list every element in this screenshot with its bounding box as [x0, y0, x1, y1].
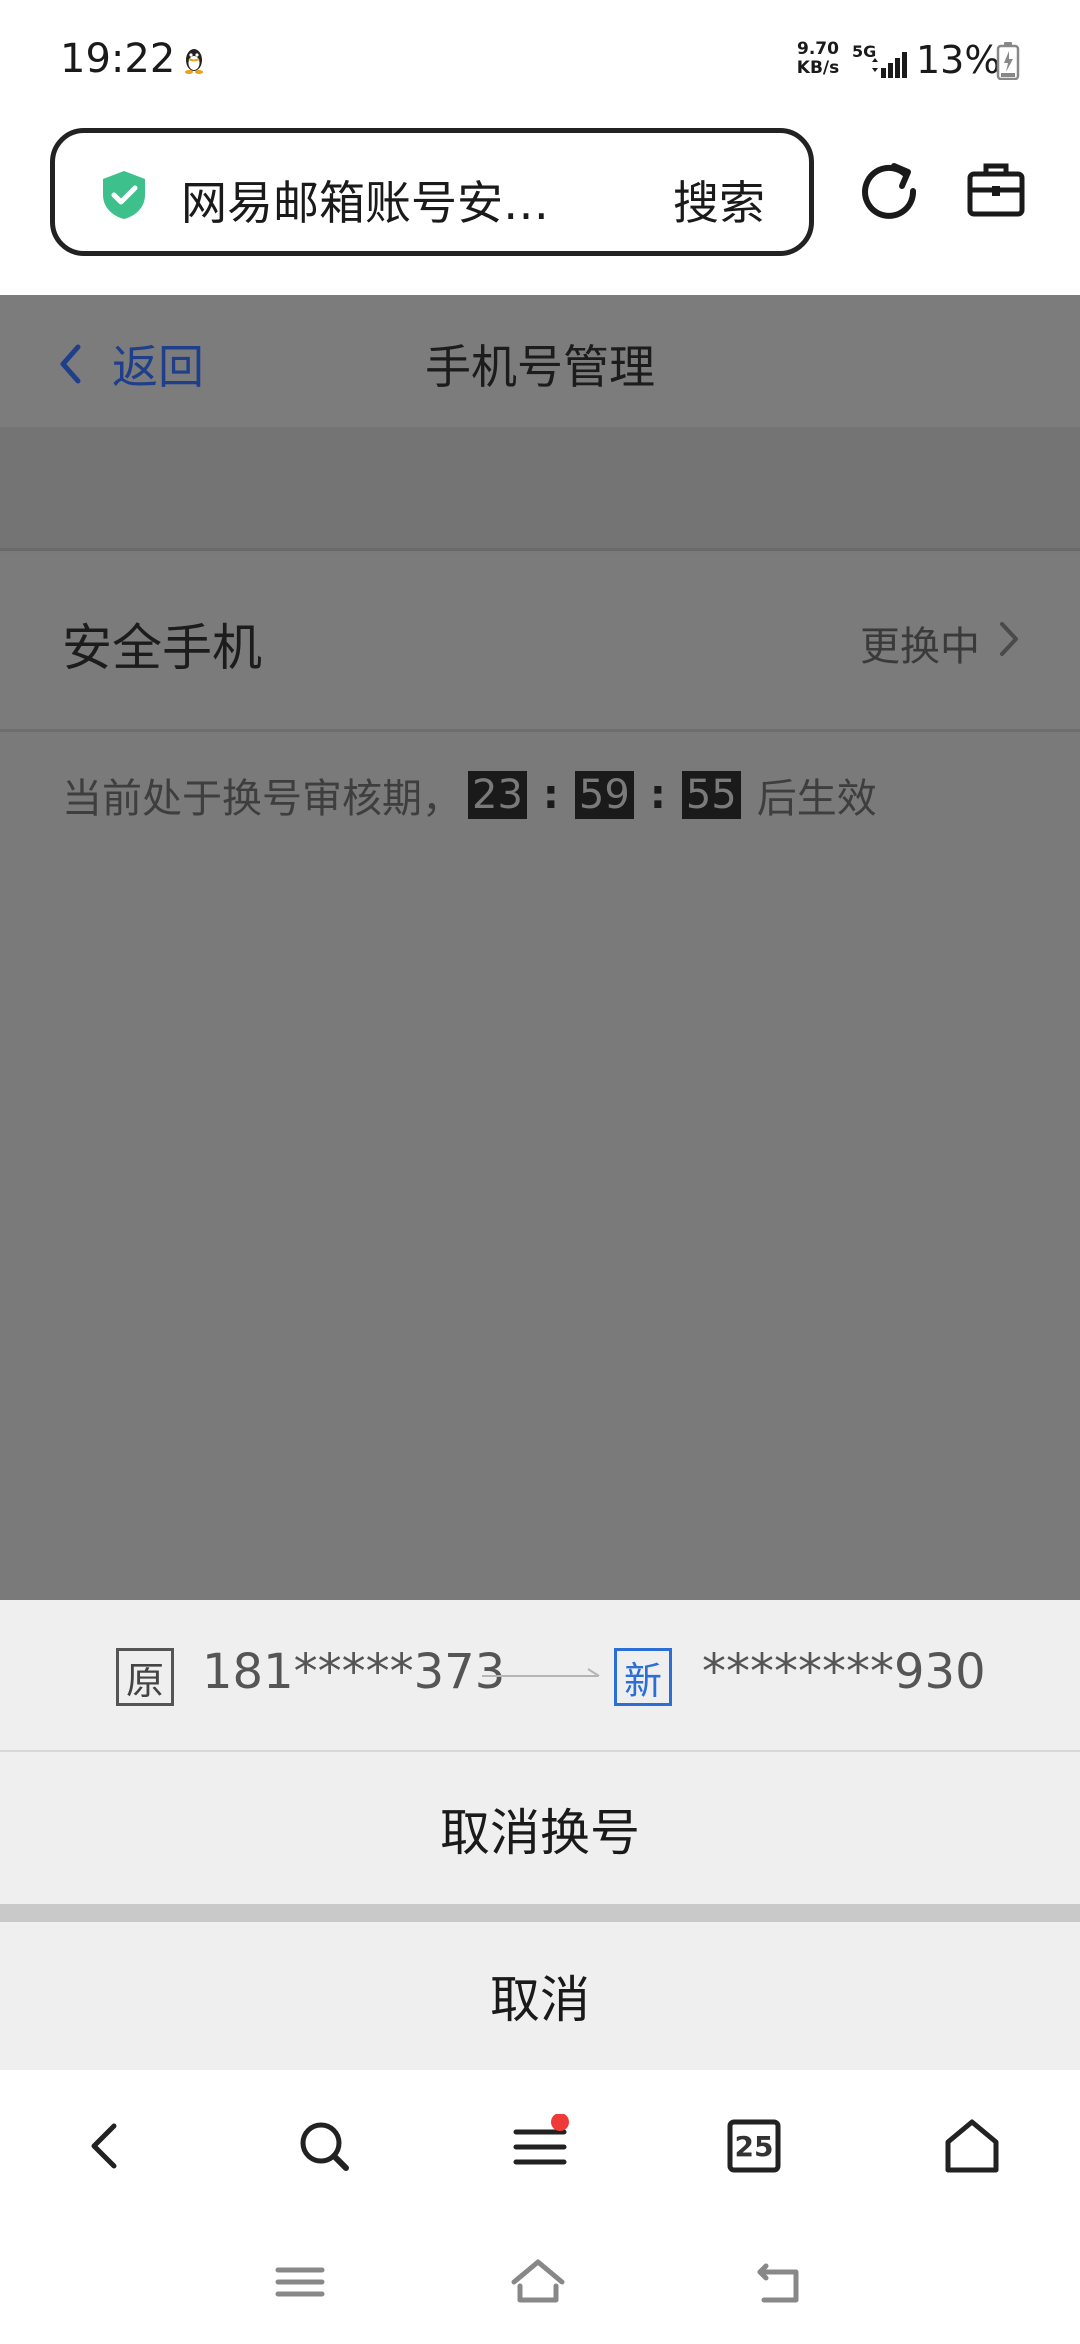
countdown-separator: : [542, 772, 559, 818]
refresh-icon[interactable] [858, 160, 920, 222]
home-icon[interactable] [940, 2114, 1004, 2178]
recent-apps-icon[interactable] [272, 2256, 328, 2308]
review-suffix: 后生效 [756, 776, 877, 822]
browser-address-bar: 网易邮箱账号安… 搜索 [0, 120, 1080, 295]
old-number-tag: 原 [116, 1648, 174, 1706]
section-spacer [0, 427, 1080, 551]
cancel-button[interactable]: 取消 [0, 1922, 1080, 2070]
countdown-separator: : [649, 772, 666, 818]
page-content: 返回 手机号管理 安全手机 更换中 当前处于换号审核期， 23 : 59 : 5… [0, 295, 1080, 1600]
secure-phone-row[interactable]: 安全手机 更换中 [0, 554, 1080, 732]
status-bar: 19:22 9.70 KB/s 5G 13% [0, 0, 1080, 120]
tabs-count: 25 [734, 2129, 774, 2163]
new-number-tag: 新 [614, 1648, 672, 1706]
network-speed-value: 9.70 [797, 39, 839, 59]
browser-toolbar: 25 [0, 2070, 1080, 2220]
system-home-icon[interactable] [510, 2256, 566, 2308]
network-speed-unit: KB/s [796, 58, 840, 78]
old-number: 181*****373 [202, 1644, 506, 1700]
review-prefix: 当前处于换号审核期， [62, 776, 462, 822]
shield-check-icon [103, 171, 145, 219]
countdown-hours: 23 [468, 771, 527, 819]
battery-charging-icon [996, 42, 1020, 80]
toolbox-icon[interactable] [966, 160, 1026, 218]
countdown-seconds: 55 [681, 771, 741, 819]
sheet-divider [0, 1904, 1080, 1922]
network-speed: 9.70 KB/s [792, 40, 844, 78]
search-icon[interactable] [292, 2114, 356, 2178]
back-icon[interactable] [74, 2114, 138, 2178]
secure-phone-status: 更换中 [860, 624, 980, 670]
address-title: 网易邮箱账号安… [181, 176, 549, 230]
menu-icon[interactable] [508, 2114, 572, 2178]
battery-percent: 13% [916, 38, 1001, 82]
number-swap-row: 原 181*****373 新 ********930 [0, 1600, 1080, 1752]
qq-penguin-icon [185, 49, 203, 74]
secure-phone-label: 安全手机 [62, 619, 262, 677]
review-period-notice: 当前处于换号审核期， 23 : 59 : 55 后生效 [62, 767, 877, 823]
page-title: 手机号管理 [425, 340, 655, 394]
cancel-swap-button[interactable]: 取消换号 [0, 1754, 1080, 1904]
new-number: ********930 [702, 1644, 986, 1700]
page-nav-bar: 返回 手机号管理 [0, 295, 1080, 427]
system-nav-bar [0, 2220, 1080, 2344]
system-back-icon[interactable] [752, 2256, 808, 2308]
countdown-minutes: 59 [574, 771, 634, 819]
chevron-right-icon [1000, 622, 1018, 656]
search-button[interactable]: 搜索 [673, 167, 765, 233]
arrow-right-icon [482, 1668, 600, 1677]
address-field[interactable]: 网易邮箱账号安… 搜索 [50, 128, 814, 256]
signal-icon [872, 52, 907, 78]
notification-dot [551, 2114, 569, 2131]
status-time: 19:22 [60, 36, 176, 82]
action-sheet: 原 181*****373 新 ********930 取消换号 取消 [0, 1600, 1080, 2070]
tabs-button[interactable]: 25 [722, 2114, 786, 2178]
